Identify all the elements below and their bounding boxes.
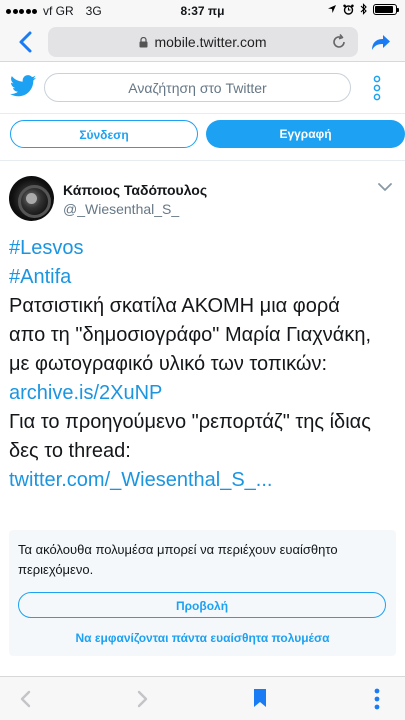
tweet-line: Για το προηγούμενο "ρεπορτάζ" της ίδιας [9, 411, 371, 433]
view-media-button[interactable]: Προβολή [18, 592, 386, 618]
chevron-down-icon[interactable] [377, 181, 393, 193]
signup-button[interactable]: Εγγραφή [206, 120, 405, 148]
auth-buttons: Σύνδεση Εγγραφή [10, 120, 405, 150]
tweet-line: με φωτογραφικό υλικό των τοπικών: [9, 353, 328, 375]
location-arrow-icon [328, 5, 336, 13]
author-name[interactable]: Κάποιος Ταδόπουλος [63, 182, 207, 198]
always-show-sensitive-link[interactable]: Να εμφανίζονται πάντα ευαίσθητα πολυμέσα [9, 631, 396, 645]
hashtag-lesvos[interactable]: #Lesvos [9, 234, 399, 263]
url-field[interactable]: mobile.twitter.com [48, 27, 358, 57]
twitter-header: Αναζήτηση στο Twitter [0, 62, 405, 114]
status-bar: vf GR 3G 8:37 πμ [0, 0, 405, 22]
tweet-text: #Lesvos #Antifa Ρατσιστική σκατίλα ΑΚΟΜΗ… [9, 234, 399, 495]
tweet-line: δες το thread: [9, 440, 131, 462]
search-input[interactable]: Αναζήτηση στο Twitter [44, 73, 351, 102]
search-placeholder: Αναζήτηση στο Twitter [128, 80, 267, 96]
login-button[interactable]: Σύνδεση [10, 120, 198, 148]
author-handle[interactable]: @_Wiesenthal_S_ [63, 201, 179, 217]
status-right [327, 3, 399, 15]
avatar[interactable] [9, 176, 54, 221]
browser-toolbar [0, 676, 405, 720]
url-text: mobile.twitter.com [154, 34, 267, 50]
url-display: mobile.twitter.com [48, 34, 358, 50]
reload-icon[interactable] [330, 33, 348, 51]
alarm-icon [343, 4, 354, 15]
share-icon[interactable] [369, 30, 393, 54]
more-options-icon[interactable] [373, 75, 381, 101]
bluetooth-icon [360, 3, 367, 15]
battery-level [375, 5, 393, 13]
back-icon[interactable] [18, 689, 32, 709]
battery-icon [373, 3, 399, 15]
bookmark-icon[interactable] [253, 688, 267, 708]
hashtag-antifa[interactable]: #Antifa [9, 263, 399, 292]
archive-link[interactable]: archive.is/2XuNP [9, 379, 399, 408]
menu-dots-icon[interactable] [373, 688, 381, 710]
lock-icon [139, 37, 148, 48]
browser-address-bar: mobile.twitter.com [0, 22, 405, 62]
tweet-line: Ρατσιστική σκατίλα ΑΚΟΜΗ μια φορά [9, 295, 340, 317]
thread-link[interactable]: twitter.com/_Wiesenthal_S_... [9, 466, 399, 495]
sensitive-media-notice: Τα ακόλουθα πολυμέσα μπορεί να περιέχουν… [9, 530, 396, 656]
back-icon[interactable] [14, 30, 38, 54]
divider [0, 160, 405, 161]
tweet-line: απο τη "δημοσιογράφο" Μαρία Γιαχνάκη, [9, 324, 372, 346]
twitter-bird-icon[interactable] [10, 75, 36, 97]
sensitive-warning-text: Τα ακόλουθα πολυμέσα μπορεί να περιέχουν… [18, 542, 338, 577]
forward-icon[interactable] [136, 689, 150, 709]
